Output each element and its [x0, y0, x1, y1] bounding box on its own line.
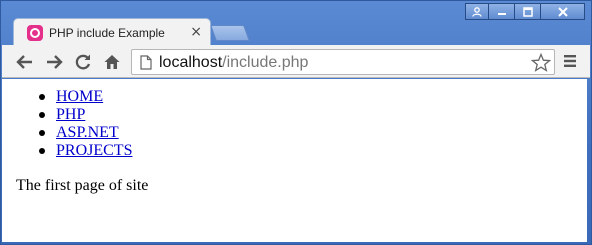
list-item: ASP.NET	[38, 124, 132, 142]
reload-icon	[75, 54, 91, 70]
reload-button[interactable]	[73, 52, 93, 72]
nav-link-home[interactable]: HOME	[56, 88, 103, 105]
page-icon	[140, 55, 152, 70]
tab-php-include-example[interactable]: PHP include Example ×	[13, 18, 211, 46]
tab-close-icon[interactable]: ×	[190, 25, 202, 39]
url-host: localhost	[159, 54, 223, 71]
user-icon	[472, 6, 482, 17]
back-button[interactable]	[15, 52, 35, 72]
list-item: PROJECTS	[38, 142, 132, 160]
nav-link-aspnet[interactable]: ASP.NET	[56, 124, 119, 141]
minimize-icon	[497, 12, 506, 15]
list-item: HOME	[38, 88, 132, 106]
home-icon	[104, 55, 120, 69]
url-path: /include.php	[222, 54, 309, 71]
address-bar[interactable]: localhost/include.php	[131, 49, 555, 75]
page-body-text: The first page of site	[16, 177, 149, 194]
site-nav-list: HOME PHP ASP.NET PROJECTS	[38, 88, 132, 160]
home-button[interactable]	[102, 52, 122, 72]
page-content: HOME PHP ASP.NET PROJECTS The first page…	[2, 79, 587, 242]
maximize-button[interactable]	[514, 3, 541, 20]
browser-toolbar: localhost/include.php	[2, 45, 590, 78]
wampserver-icon	[27, 24, 43, 41]
url-text: localhost/include.php	[159, 54, 308, 72]
close-icon	[557, 6, 568, 17]
nav-link-php[interactable]: PHP	[56, 106, 85, 123]
menu-icon[interactable]	[562, 54, 578, 68]
new-tab-button[interactable]	[210, 25, 250, 41]
nav-link-projects[interactable]: PROJECTS	[56, 142, 132, 159]
star-icon[interactable]	[531, 53, 551, 72]
browser-window: PHP include Example × localhost/include.…	[0, 0, 592, 245]
maximize-icon	[522, 6, 533, 17]
close-window-button[interactable]	[540, 3, 585, 20]
list-item: PHP	[38, 106, 132, 124]
forward-arrow-icon	[47, 55, 63, 69]
tab-title: PHP include Example	[49, 25, 165, 40]
back-arrow-icon	[16, 55, 32, 69]
forward-button[interactable]	[44, 52, 64, 72]
minimize-button[interactable]	[488, 3, 515, 20]
user-button[interactable]	[465, 3, 489, 20]
window-controls	[465, 3, 585, 20]
